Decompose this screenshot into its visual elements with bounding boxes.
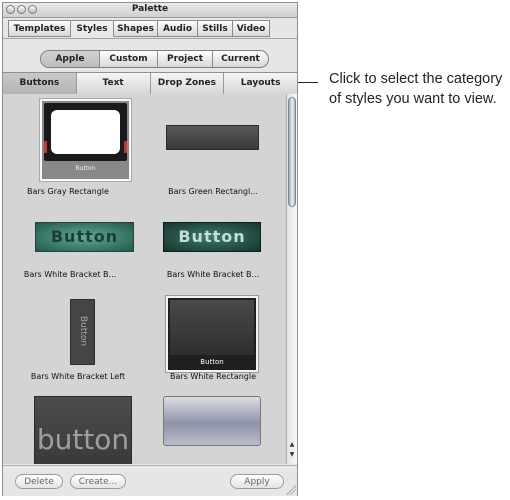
style-item[interactable]: [143, 394, 283, 464]
style-caption: Bars Gray Rectangle: [27, 187, 109, 196]
style-thumbnail: [163, 396, 261, 446]
tab-video[interactable]: Video: [233, 20, 270, 37]
callout-text: Click to select the category of styles y…: [329, 71, 503, 107]
style-caption: Bars White Bracket B...: [23, 270, 117, 279]
style-item[interactable]: Button Bars White Bracket Left: [3, 294, 143, 384]
main-tabs: Templates Styles Shapes Audio Stills Vid…: [8, 20, 270, 38]
thumbnail-label: Button: [75, 165, 96, 172]
window-title: Palette: [131, 4, 169, 14]
thumbnail-label: button: [36, 423, 130, 456]
style-thumbnail: Button: [39, 98, 132, 182]
style-thumbnail: Button: [163, 222, 261, 252]
category-buttons[interactable]: Buttons: [3, 73, 76, 94]
style-thumbnail: Button: [70, 299, 95, 365]
style-caption: Bars White Bracket Left: [30, 372, 126, 381]
tab-shapes[interactable]: Shapes: [114, 20, 158, 37]
style-item[interactable]: button: [3, 394, 143, 464]
create-button[interactable]: Create...: [70, 474, 126, 489]
style-thumbnail: button: [34, 396, 132, 464]
delete-button[interactable]: Delete: [15, 474, 63, 489]
style-caption: Bars Green Rectangl...: [168, 187, 258, 196]
thumbnail-label: Button: [50, 227, 119, 246]
style-item[interactable]: Button Bars White Bracket B...: [143, 214, 283, 294]
thumbnail-label: Button: [200, 358, 224, 366]
style-thumbnail: [166, 125, 259, 150]
scroll-thumb[interactable]: [288, 97, 296, 207]
vertical-scrollbar[interactable]: ▲ ▼: [286, 94, 297, 464]
style-item[interactable]: Button Bars Gray Rectangle: [3, 94, 143, 214]
style-thumbnail: Button: [35, 222, 134, 252]
callout-leader-line: [298, 82, 318, 83]
bottom-bar: Delete Create... Apply: [3, 465, 297, 496]
style-thumbnail: Button: [165, 295, 259, 373]
style-item[interactable]: Bars Green Rectangl...: [143, 94, 283, 214]
style-caption: Bars White Rectangle: [169, 372, 257, 381]
thumbnail-label: Button: [178, 227, 246, 246]
scroll-up-arrow-icon[interactable]: ▲: [288, 441, 296, 449]
tab-divider: [3, 38, 297, 39]
style-browser[interactable]: Button Bars Gray Rectangle Bars Green Re…: [3, 94, 286, 464]
palette-window: Palette Templates Styles Shapes Audio St…: [2, 2, 298, 496]
style-caption: Bars White Bracket B...: [166, 270, 260, 279]
tab-templates[interactable]: Templates: [8, 20, 71, 37]
style-item[interactable]: Button Bars White Bracket B...: [3, 214, 143, 294]
category-tabs: Buttons Text Drop Zones Layouts: [3, 72, 297, 95]
tab-stills[interactable]: Stills: [198, 20, 233, 37]
source-current[interactable]: Current: [212, 51, 268, 67]
category-text[interactable]: Text: [75, 73, 150, 94]
apply-button[interactable]: Apply: [230, 474, 284, 489]
category-drop-zones[interactable]: Drop Zones: [149, 73, 224, 94]
source-project[interactable]: Project: [157, 51, 212, 67]
source-apple[interactable]: Apple: [41, 51, 99, 67]
thumbnail-label: Button: [78, 315, 88, 347]
category-layouts[interactable]: Layouts: [223, 73, 297, 94]
scroll-down-arrow-icon[interactable]: ▼: [288, 451, 296, 459]
tab-styles[interactable]: Styles: [71, 20, 114, 37]
tab-audio[interactable]: Audio: [158, 20, 198, 37]
title-bar[interactable]: Palette: [3, 3, 297, 18]
source-custom[interactable]: Custom: [99, 51, 157, 67]
source-segmented-control: Apple Custom Project Current: [40, 50, 269, 68]
style-item[interactable]: Button Bars White Rectangle: [143, 294, 283, 384]
resize-grip-icon[interactable]: [286, 485, 296, 495]
